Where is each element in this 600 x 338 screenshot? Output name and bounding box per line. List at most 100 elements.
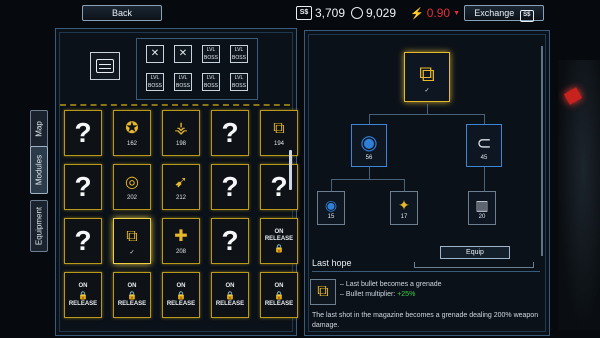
module-card[interactable]: ? [64, 110, 102, 156]
top-slot[interactable]: LVL BOSS [202, 73, 220, 91]
unknown-module-icon: ? [74, 225, 92, 256]
module-card[interactable]: ON 🔒 RELEASE [113, 272, 151, 318]
tree-connector [369, 114, 485, 115]
modules-scrollbar[interactable] [289, 150, 292, 190]
module-card[interactable]: ? [211, 164, 249, 210]
module-count: 208 [175, 249, 186, 255]
tree-node-count: ✓ [424, 87, 430, 94]
module-icon: ➹ [174, 174, 188, 191]
tree-node-count: 56 [365, 154, 373, 161]
odds-display: ⚡ 0.90 ▼ [410, 6, 460, 20]
module-count: 212 [175, 195, 186, 201]
back-label: Back [111, 8, 132, 18]
top-slot[interactable]: LVL BOSS [174, 73, 192, 91]
unknown-module-icon: ? [221, 171, 239, 202]
tree-connector [404, 179, 405, 191]
unknown-module-icon: ? [270, 171, 288, 202]
tab-modules-label: Modules [34, 154, 44, 186]
module-card[interactable]: ◎ 202 [113, 164, 151, 210]
release-label: ON [274, 282, 284, 289]
module-box-icon [90, 52, 120, 80]
money-value: 3,709 [315, 6, 346, 20]
module-card[interactable]: ? [211, 110, 249, 156]
module-card[interactable]: ⧉ ✓ [113, 218, 151, 264]
module-card[interactable]: ➹ 212 [162, 164, 200, 210]
module-count: 194 [273, 141, 284, 147]
module-card[interactable]: ? [211, 218, 249, 264]
tree-connector [369, 114, 370, 124]
tree-connector [484, 114, 485, 124]
module-card[interactable]: ✚ 208 [162, 218, 200, 264]
tree-node-root[interactable]: ⧉ ✓ [404, 52, 450, 102]
magnet-icon: ⊂ [476, 132, 492, 153]
module-card[interactable]: ON 🔒 RELEASE [64, 272, 102, 318]
tree-connector [331, 179, 332, 191]
tree-node-leaf[interactable]: ▥ 20 [468, 191, 496, 225]
tree-node-right[interactable]: ⊂ 45 [466, 124, 502, 167]
odds-arrow-icon: ▼ [453, 9, 460, 17]
top-slot-grid: ✕ ✕ LVL BOSS LVL BOSS LVL BOSS LVL BOSS … [136, 38, 258, 100]
tree-node-leaf[interactable]: ◉ 15 [317, 191, 345, 225]
bolts-icon [351, 7, 363, 19]
unknown-module-icon: ? [221, 225, 239, 256]
module-count: 202 [126, 195, 137, 201]
module-card[interactable]: ⚶ 198 [162, 110, 200, 156]
money-icon: S$ [296, 6, 312, 20]
unknown-module-icon: ? [74, 171, 92, 202]
tab-modules[interactable]: Modules [30, 146, 48, 194]
module-card[interactable]: ? [64, 218, 102, 264]
module-count: 198 [175, 141, 186, 147]
release-label: ON [225, 282, 235, 289]
tab-map[interactable]: Map [30, 110, 48, 148]
top-slot[interactable]: LVL BOSS [146, 73, 164, 91]
ring-icon: ◉ [360, 131, 378, 154]
back-button[interactable]: Back [82, 5, 162, 21]
exchange-label: Exchange [474, 8, 515, 18]
module-card[interactable]: ⧉ 194 [260, 110, 298, 156]
module-icon: ⧉ [273, 120, 285, 137]
top-slot[interactable]: ✕ [174, 45, 192, 63]
module-card[interactable]: ? [260, 164, 298, 210]
module-icon: ⧉ [126, 227, 138, 245]
bolts-display: 9,029 [351, 6, 396, 20]
top-slot[interactable]: LVL BOSS [230, 73, 248, 91]
details-scrollbar[interactable] [541, 46, 543, 256]
top-slot[interactable]: LVL BOSS [230, 45, 248, 63]
tree-node-leaf[interactable]: ✦ 17 [390, 191, 418, 225]
tree-node-count: 45 [480, 154, 488, 161]
tree-connector [427, 104, 428, 114]
top-slot-label: LVL BOSS [232, 75, 246, 89]
tree-connector [484, 167, 485, 191]
lock-icon: 🔒 [274, 290, 284, 300]
top-slot[interactable]: LVL BOSS [202, 45, 220, 63]
module-description: The last shot in the magazine becomes a … [312, 312, 539, 329]
module-card[interactable]: ON RELEASE 🔒 [260, 218, 298, 264]
module-card[interactable]: ON 🔒 RELEASE [260, 272, 298, 318]
module-icon: ⚶ [174, 120, 188, 137]
equip-label: Equip [466, 249, 484, 256]
module-icon: ✚ [174, 228, 188, 245]
tree-node-left[interactable]: ◉ 56 [351, 124, 387, 167]
module-card[interactable]: ON 🔒 RELEASE [211, 272, 249, 318]
equip-button[interactable]: Equip [440, 246, 510, 259]
top-slot-label: ✕ [150, 48, 160, 59]
grenade-bullet-icon: ⧉ [419, 60, 435, 86]
module-card[interactable]: ON 🔒 RELEASE [162, 272, 200, 318]
tab-equipment[interactable]: Equipment [30, 200, 48, 252]
top-slot[interactable]: ✕ [146, 45, 164, 63]
module-grid: ? ✪ 162 ⚶ 198? ⧉ 194? ◎ 202 ➹ 212??? ⧉ ✓ ✚ 208? ON RELEA… [64, 110, 298, 330]
module-card[interactable]: ✪ 162 [113, 110, 151, 156]
unknown-module-icon: ? [74, 117, 92, 148]
effect-line-multiplier: – Bullet multiplier: +25% [340, 291, 415, 298]
exchange-button[interactable]: Exchange S$ [464, 5, 544, 22]
lightning-icon: ⚡ [410, 7, 424, 20]
module-card[interactable]: ? [64, 164, 102, 210]
module-count: 162 [126, 141, 137, 147]
top-slot-label: LVL BOSS [232, 47, 246, 61]
bolts-value: 9,029 [366, 6, 397, 20]
top-slot-label: LVL BOSS [204, 47, 218, 61]
release-label: ON [274, 228, 284, 235]
exchange-money-icon: S$ [519, 10, 534, 22]
top-slot-label: LVL BOSS [148, 75, 162, 89]
ring-icon: ◉ [324, 197, 338, 213]
